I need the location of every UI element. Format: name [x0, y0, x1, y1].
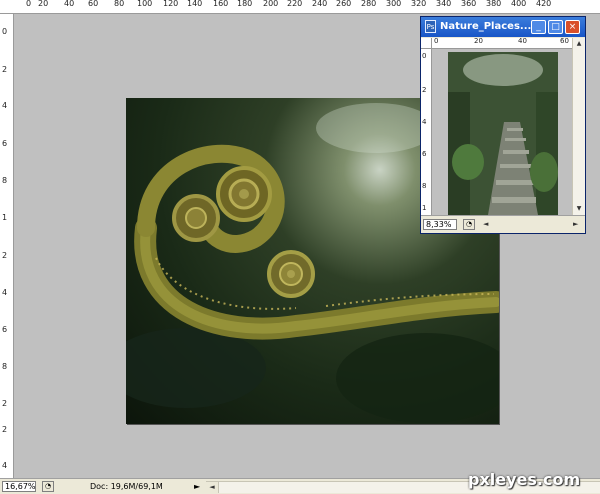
- vertical-ruler[interactable]: 0 2 4 6 8 1 2 4 6 8 2 2 4: [0, 14, 14, 478]
- ruler-label: 4: [2, 288, 8, 297]
- arrow-menu-icon[interactable]: ◔: [463, 219, 475, 230]
- scroll-left-icon[interactable]: ◄: [206, 482, 219, 493]
- vertical-scrollbar[interactable]: ▲ ▼: [572, 38, 585, 215]
- ruler-label: 40: [64, 0, 75, 8]
- ruler-label: 4: [2, 101, 8, 110]
- ruler-label: 80: [114, 0, 125, 8]
- ruler-label: 0: [434, 37, 439, 45]
- ruler-label: 8: [2, 362, 8, 371]
- ruler-label: 60: [560, 37, 569, 45]
- ruler-label: 2: [2, 399, 8, 408]
- ruler-label: 4: [2, 461, 8, 470]
- scroll-down-icon[interactable]: ▼: [573, 203, 585, 214]
- ruler-label: 6: [2, 325, 8, 334]
- ruler-label: 280: [361, 0, 377, 8]
- ruler-label: 420: [536, 0, 552, 8]
- ruler-label: 8: [422, 182, 427, 190]
- scroll-right-icon[interactable]: ►: [573, 219, 578, 230]
- ruler-label: 0: [422, 52, 427, 60]
- watermark: pxleyes.com: [468, 470, 581, 489]
- ruler-label: 300: [386, 0, 402, 8]
- ruler-label: 240: [312, 0, 328, 8]
- ruler-label: 340: [436, 0, 452, 8]
- ruler-label: 180: [237, 0, 253, 8]
- window-title: Nature_Places...: [440, 21, 532, 32]
- window-titlebar[interactable]: Ps Nature_Places... _ □ ×: [421, 17, 585, 37]
- zoom-level-field[interactable]: 16,67%: [2, 481, 36, 492]
- ruler-label: 2: [2, 65, 8, 74]
- scroll-left-icon[interactable]: ◄: [483, 219, 488, 230]
- ruler-label: 20: [38, 0, 49, 8]
- ruler-label: 160: [213, 0, 229, 8]
- scroll-up-icon[interactable]: ▲: [573, 38, 585, 49]
- ruler-label: 200: [263, 0, 279, 8]
- close-icon[interactable]: ×: [565, 20, 580, 34]
- ruler-label: 2: [422, 86, 427, 94]
- zoom-level-field[interactable]: 8,33%: [423, 219, 457, 230]
- forest-steps-illustration: [448, 52, 558, 215]
- ruler-label: 20: [474, 37, 483, 45]
- maximize-icon[interactable]: □: [548, 20, 563, 34]
- ruler-label: 60: [88, 0, 99, 8]
- ruler-label: 260: [336, 0, 352, 8]
- secondary-document-window[interactable]: Ps Nature_Places... _ □ × 0 20 40 60 0 2…: [420, 16, 586, 234]
- secondary-canvas-area[interactable]: [432, 49, 572, 215]
- ruler-label: 220: [287, 0, 303, 8]
- ruler-label: 140: [187, 0, 203, 8]
- doc-info-text: Doc: 19,6M/69,1M: [90, 482, 163, 491]
- ruler-label: 4: [422, 118, 427, 126]
- ruler-label: 6: [2, 139, 8, 148]
- photoshop-doc-icon: Ps: [425, 20, 436, 33]
- ruler-label: 360: [461, 0, 477, 8]
- ruler-label: 2: [2, 251, 8, 260]
- ruler-label: 1: [422, 204, 427, 212]
- minimize-icon[interactable]: _: [531, 20, 546, 34]
- window-statusbar: 8,33% ◔ ◄ ►: [421, 215, 585, 233]
- ruler-label: 380: [486, 0, 502, 8]
- arrow-menu-icon[interactable]: ◔: [42, 481, 54, 492]
- ruler-label: 2: [2, 425, 8, 434]
- ruler-label: 6: [422, 150, 427, 158]
- ruler-label: 0: [26, 0, 32, 8]
- ruler-label: 120: [163, 0, 179, 8]
- horizontal-ruler[interactable]: 0 20 40 60 80 100 120 140 160 180 200 22…: [0, 0, 600, 14]
- ruler-label: 1: [2, 213, 8, 222]
- ruler-label: 40: [518, 37, 527, 45]
- ruler-label: 320: [411, 0, 427, 8]
- ruler-label: 0: [2, 27, 8, 36]
- ruler-corner: [421, 38, 432, 49]
- document-image[interactable]: [448, 52, 558, 215]
- status-menu-arrow-icon[interactable]: ►: [194, 482, 200, 491]
- vertical-ruler[interactable]: 0 2 4 6 8 1: [421, 49, 432, 215]
- ruler-label: 100: [137, 0, 153, 8]
- ruler-label: 8: [2, 176, 8, 185]
- horizontal-ruler[interactable]: 0 20 40 60: [432, 38, 572, 49]
- ruler-label: 400: [511, 0, 527, 8]
